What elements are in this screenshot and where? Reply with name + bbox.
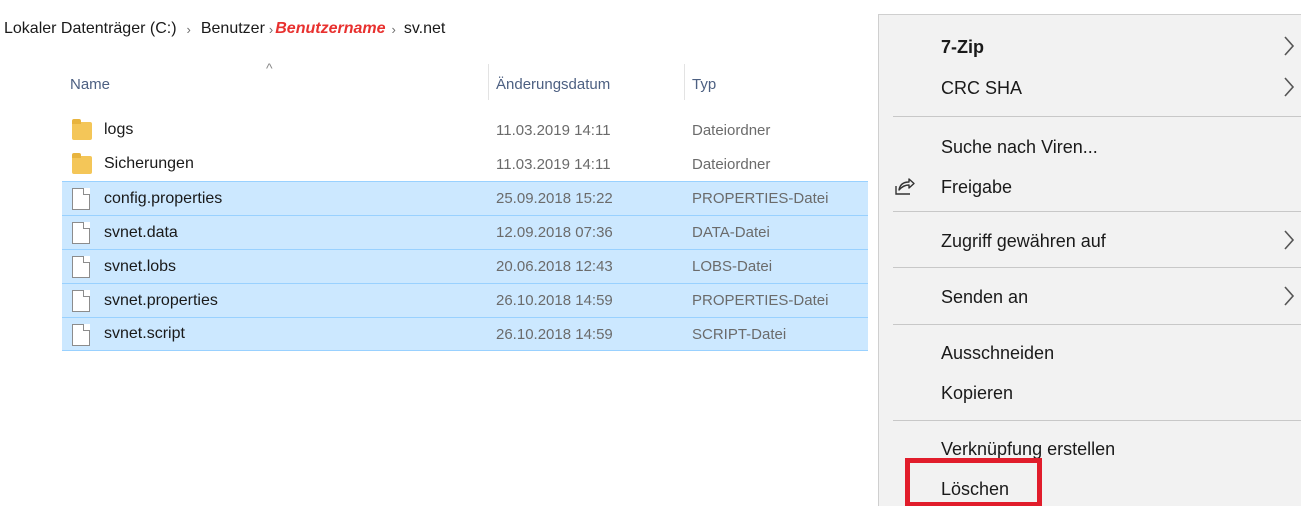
file-date: 26.10.2018 14:59 xyxy=(496,292,613,309)
menu-item-cut[interactable]: Ausschneiden xyxy=(879,333,1301,373)
highlight-box xyxy=(905,458,1042,506)
file-row-selected[interactable]: svnet.properties 26.10.2018 14:59 PROPER… xyxy=(62,283,868,317)
menu-divider xyxy=(893,116,1301,117)
breadcrumb: Lokaler Datenträger (C:) › Benutzer › Be… xyxy=(4,17,445,41)
file-row-selected[interactable]: svnet.lobs 20.06.2018 12:43 LOBS-Datei xyxy=(62,249,868,283)
menu-divider xyxy=(893,211,1301,212)
file-type: PROPERTIES-Datei xyxy=(692,190,829,207)
menu-item-grant-access[interactable]: Zugriff gewähren auf xyxy=(879,221,1301,261)
column-divider[interactable] xyxy=(488,64,489,100)
menu-item-label: Ausschneiden xyxy=(941,342,1055,363)
file-name: svnet.script xyxy=(104,325,185,342)
file-date: 25.09.2018 15:22 xyxy=(496,190,613,207)
menu-item-scan-viruses[interactable]: Suche nach Viren... xyxy=(879,127,1301,167)
file-type: DATA-Datei xyxy=(692,224,770,241)
file-type: PROPERTIES-Datei xyxy=(692,292,829,309)
chevron-right-icon xyxy=(1282,33,1296,64)
column-header-date[interactable]: Änderungsdatum xyxy=(496,76,610,100)
file-type: Dateiordner xyxy=(692,121,771,139)
menu-divider xyxy=(893,324,1301,325)
menu-item-crc-sha[interactable]: CRC SHA xyxy=(879,68,1301,108)
menu-item-share[interactable]: Freigabe xyxy=(879,167,1301,207)
file-name: config.properties xyxy=(104,189,223,207)
folder-row[interactable]: logs 11.03.2019 14:11 Dateiordner xyxy=(62,113,868,147)
file-rows: logs 11.03.2019 14:11 Dateiordner Sicher… xyxy=(62,113,868,351)
share-icon xyxy=(893,177,915,202)
file-row-selected[interactable]: svnet.data 12.09.2018 07:36 DATA-Datei xyxy=(62,215,868,249)
menu-divider xyxy=(893,420,1301,421)
file-name: svnet.properties xyxy=(104,291,218,309)
breadcrumb-item-current-folder[interactable]: sv.net xyxy=(404,20,446,38)
menu-item-label: Verknüpfung erstellen xyxy=(941,438,1116,459)
file-type: LOBS-Datei xyxy=(692,258,773,275)
file-date: 20.06.2018 12:43 xyxy=(496,258,613,275)
menu-item-label: Zugriff gewähren auf xyxy=(941,230,1106,251)
context-menu: 7-Zip CRC SHA Suche nach Viren... Freiga… xyxy=(878,14,1301,506)
breadcrumb-item-username[interactable]: Benutzername xyxy=(275,20,385,38)
menu-item-copy[interactable]: Kopieren xyxy=(879,373,1301,413)
sort-ascending-icon: ^ xyxy=(266,60,273,76)
file-row-selected[interactable]: config.properties 25.09.2018 15:22 PROPE… xyxy=(62,181,868,215)
chevron-right-icon xyxy=(1282,283,1296,314)
chevron-right-icon xyxy=(1282,227,1296,258)
file-name: svnet.data xyxy=(104,223,178,241)
file-date: 26.10.2018 14:59 xyxy=(496,325,613,343)
file-type: SCRIPT-Datei xyxy=(692,325,787,343)
file-date: 12.09.2018 07:36 xyxy=(496,224,613,241)
breadcrumb-separator[interactable]: › xyxy=(269,22,273,37)
menu-item-label: Suche nach Viren... xyxy=(941,136,1098,157)
file-date: 11.03.2019 14:11 xyxy=(496,155,611,173)
file-type: Dateiordner xyxy=(692,155,771,173)
file-name: Sicherungen xyxy=(104,155,194,172)
file-row-selected[interactable]: svnet.script 26.10.2018 14:59 SCRIPT-Dat… xyxy=(62,317,868,351)
column-header-name[interactable]: Name xyxy=(70,76,110,100)
breadcrumb-item-users[interactable]: Benutzer xyxy=(201,20,265,38)
menu-item-7zip[interactable]: 7-Zip xyxy=(879,27,1301,67)
menu-divider xyxy=(893,267,1301,268)
folder-row[interactable]: Sicherungen 11.03.2019 14:11 Dateiordner xyxy=(62,147,868,181)
file-date: 11.03.2019 14:11 xyxy=(496,121,611,139)
breadcrumb-item-drive[interactable]: Lokaler Datenträger (C:) xyxy=(4,20,177,38)
column-divider[interactable] xyxy=(684,64,685,100)
menu-item-label: Senden an xyxy=(941,286,1029,307)
menu-item-send-to[interactable]: Senden an xyxy=(879,277,1301,317)
column-header-type[interactable]: Typ xyxy=(692,76,716,100)
file-name: logs xyxy=(104,121,134,138)
menu-item-label: CRC SHA xyxy=(941,77,1023,98)
menu-item-label: Freigabe xyxy=(941,176,1013,197)
breadcrumb-separator[interactable]: › xyxy=(392,22,396,37)
file-name: svnet.lobs xyxy=(104,257,177,275)
menu-item-label: Kopieren xyxy=(941,382,1014,403)
menu-item-label: 7-Zip xyxy=(941,36,984,57)
chevron-right-icon xyxy=(1282,74,1296,105)
breadcrumb-separator[interactable]: › xyxy=(187,22,191,37)
